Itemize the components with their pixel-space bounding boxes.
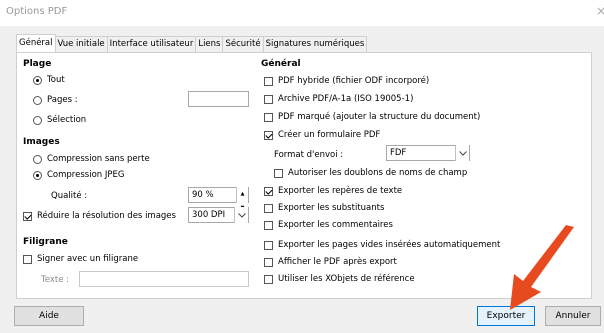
- red-arrow-icon: [510, 225, 574, 310]
- tab-securite[interactable]: Sécurité: [222, 36, 264, 52]
- check-reperes-label: Exporter les repères de texte: [278, 186, 403, 196]
- general-heading: Général: [261, 59, 301, 69]
- checkbox-icon: [274, 168, 283, 178]
- check-hybride-label: PDF hybride (fichier ODF incorporé): [278, 76, 430, 86]
- qualite-spinner[interactable]: ▲ ▼: [236, 187, 248, 211]
- chevron-down-icon[interactable]: [455, 145, 469, 161]
- radio-tout[interactable]: Tout: [33, 75, 65, 85]
- window-title: Options PDF: [6, 6, 68, 17]
- checkbox-icon: [264, 203, 273, 213]
- dpi-select[interactable]: 300 DPI: [188, 207, 249, 223]
- check-afficher-label: Afficher le PDF après export: [278, 257, 397, 267]
- pages-input[interactable]: [188, 91, 249, 107]
- checkbox-icon: [264, 257, 273, 267]
- check-marque-label: PDF marqué (ajouter la structure du docu…: [278, 112, 481, 122]
- radio-icon: [33, 115, 42, 125]
- check-substituants[interactable]: Exporter les substituants: [264, 203, 384, 213]
- qualite-label: Qualité :: [51, 191, 88, 201]
- radio-jpeg-label: Compression JPEG: [47, 170, 125, 180]
- filigrane-heading: Filigrane: [23, 237, 68, 247]
- check-pages-vides[interactable]: Exporter les pages vides insérées automa…: [264, 240, 500, 250]
- check-commentaires[interactable]: Exporter les commentaires: [264, 220, 393, 230]
- tab-interface-utilisateur[interactable]: Interface utilisateur: [106, 36, 197, 52]
- check-xobjets[interactable]: Utiliser les XObjets de référence: [264, 274, 415, 284]
- plage-heading: Plage: [23, 59, 52, 69]
- checkbox-icon: [264, 240, 273, 250]
- check-pages-vides-label: Exporter les pages vides insérées automa…: [278, 240, 501, 250]
- radio-sans-perte[interactable]: Compression sans perte: [33, 154, 150, 164]
- qualite-value: 90 %: [192, 190, 214, 200]
- close-icon[interactable]: ×: [596, 4, 604, 18]
- check-reperes[interactable]: Exporter les repères de texte: [264, 186, 402, 196]
- format-select[interactable]: FDF: [386, 145, 470, 161]
- qualite-field[interactable]: 90 % ▲ ▼: [188, 187, 249, 211]
- check-archive-label: Archive PDF/A-1a (ISO 19005-1): [278, 94, 414, 104]
- title-bar: Options PDF ×: [0, 0, 604, 26]
- radio-tout-label: Tout: [47, 75, 65, 85]
- check-xobjets-label: Utiliser les XObjets de référence: [278, 274, 415, 284]
- check-marque[interactable]: PDF marqué (ajouter la structure du docu…: [264, 112, 480, 122]
- radio-pages[interactable]: Pages :: [33, 95, 78, 105]
- radio-jpeg[interactable]: Compression JPEG: [33, 170, 124, 180]
- check-signer-label: Signer avec un filigrane: [37, 254, 139, 264]
- radio-icon: [33, 154, 42, 164]
- checkbox-checked-icon: [23, 211, 32, 221]
- check-afficher[interactable]: Afficher le PDF après export: [264, 257, 397, 267]
- tab-general[interactable]: Général: [16, 34, 56, 52]
- texte-label: Texte :: [41, 275, 69, 285]
- checkbox-icon: [264, 112, 273, 122]
- images-heading: Images: [23, 137, 60, 147]
- checkbox-icon: [23, 254, 32, 264]
- radio-selection-label: Sélection: [47, 115, 87, 125]
- check-doublons-label: Autoriser les doublons de noms de champ: [288, 168, 468, 178]
- checkbox-checked-icon: [264, 186, 273, 196]
- format-value: FDF: [390, 148, 407, 158]
- check-substituants-label: Exporter les substituants: [278, 203, 385, 213]
- checkbox-icon: [264, 76, 273, 86]
- check-formulaire[interactable]: Créer un formulaire PDF: [264, 130, 380, 140]
- aide-button[interactable]: Aide: [14, 306, 84, 326]
- tab-signatures[interactable]: Signatures numériques: [262, 36, 368, 52]
- radio-selection[interactable]: Sélection: [33, 115, 86, 125]
- check-doublons[interactable]: Autoriser les doublons de noms de champ: [274, 168, 467, 178]
- tab-liens[interactable]: Liens: [195, 36, 224, 52]
- format-label: Format d'envoi :: [274, 150, 344, 160]
- check-commentaires-label: Exporter les commentaires: [278, 220, 393, 230]
- check-reduire[interactable]: Réduire la résolution des images: [23, 211, 176, 221]
- chevron-down-icon[interactable]: [234, 207, 248, 223]
- texte-input[interactable]: [79, 271, 249, 287]
- tab-vue-initiale[interactable]: Vue initiale: [54, 36, 108, 52]
- radio-sans-perte-label: Compression sans perte: [47, 154, 150, 164]
- spin-up-icon[interactable]: ▲: [241, 187, 245, 201]
- checkbox-checked-icon: [264, 130, 273, 140]
- radio-pages-label: Pages :: [47, 95, 78, 105]
- check-signer[interactable]: Signer avec un filigrane: [23, 254, 138, 264]
- tab-bar: Général Vue initiale Interface utilisate…: [16, 34, 368, 52]
- check-reduire-label: Réduire la résolution des images: [37, 211, 176, 221]
- radio-icon: [33, 95, 42, 105]
- radio-selected-icon: [33, 170, 42, 180]
- check-hybride[interactable]: PDF hybride (fichier ODF incorporé): [264, 76, 429, 86]
- checkbox-icon: [264, 274, 273, 284]
- check-archive[interactable]: Archive PDF/A-1a (ISO 19005-1): [264, 94, 413, 104]
- dpi-value: 300 DPI: [192, 210, 226, 220]
- radio-selected-icon: [33, 75, 42, 85]
- checkbox-icon: [264, 94, 273, 104]
- check-formulaire-label: Créer un formulaire PDF: [278, 130, 381, 140]
- checkbox-icon: [264, 220, 273, 230]
